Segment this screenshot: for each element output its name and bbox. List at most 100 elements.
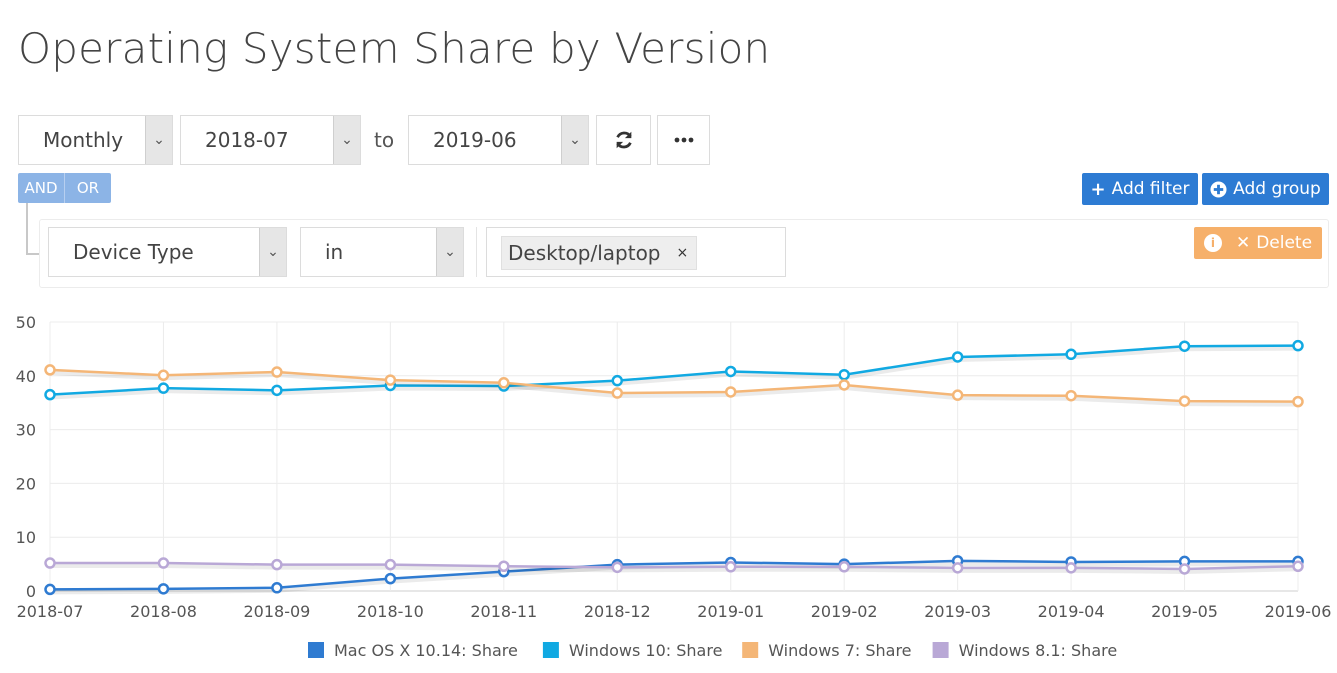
data-point xyxy=(44,364,56,376)
data-point xyxy=(1292,395,1304,408)
data-point xyxy=(384,374,397,386)
filter-operator-select[interactable]: in ⌄ xyxy=(300,227,464,277)
date-from-select[interactable]: 2018-07 ⌄ xyxy=(180,115,361,165)
filter-value-tag-label: Desktop/laptop xyxy=(508,241,661,265)
filter-value-input[interactable]: Desktop/laptop × xyxy=(486,227,786,277)
data-point xyxy=(838,379,850,391)
legend-label: Mac OS X 10.14: Share xyxy=(334,641,518,660)
date-to-select[interactable]: 2019-06 ⌄ xyxy=(408,115,589,165)
interval-value: Monthly xyxy=(43,128,124,152)
close-icon: ✕ xyxy=(1235,233,1251,253)
legend-swatch xyxy=(742,642,759,658)
chevron-down-icon: ⌄ xyxy=(561,116,588,164)
plus-icon: + xyxy=(1090,178,1106,200)
legend-swatch xyxy=(932,642,949,658)
data-point xyxy=(498,377,510,389)
more-icon xyxy=(674,137,693,143)
filter-operator-value: in xyxy=(325,240,344,264)
chevron-down-icon: ⌄ xyxy=(145,116,172,164)
data-point xyxy=(838,561,850,573)
add-group-label: Add group xyxy=(1233,179,1321,199)
x-tick-label: 2019-01 xyxy=(697,602,764,621)
logic-toggle[interactable]: AND OR xyxy=(18,173,111,203)
data-point xyxy=(611,374,624,387)
data-point xyxy=(1178,563,1191,575)
data-point xyxy=(724,386,737,398)
data-point xyxy=(724,561,737,573)
data-point xyxy=(44,583,56,596)
x-tick-label: 2018-09 xyxy=(243,602,310,621)
chevron-down-icon: ⌄ xyxy=(436,228,463,276)
x-tick-label: 2019-02 xyxy=(811,602,878,621)
y-tick-label: 30 xyxy=(16,421,36,440)
data-point xyxy=(384,572,397,585)
group-connector xyxy=(26,203,40,255)
line-chart: 0 10 20 30 40 50 2018-07 2018-08 2018-09 2018-10 2… xyxy=(16,313,1332,660)
filter-field-value: Device Type xyxy=(73,240,194,264)
filter-field-select[interactable]: Device Type ⌄ xyxy=(48,227,287,277)
info-icon: i xyxy=(1203,234,1222,252)
x-tick-label: 2019-06 xyxy=(1265,602,1332,621)
and-toggle[interactable]: AND xyxy=(18,173,64,203)
remove-tag-icon[interactable]: × xyxy=(677,245,689,261)
add-filter-label: Add filter xyxy=(1111,179,1190,199)
data-point xyxy=(724,365,737,378)
y-tick-label: 50 xyxy=(16,313,36,332)
x-tick-label: 2018-07 xyxy=(17,602,84,621)
x-tick-label: 2018-11 xyxy=(470,602,537,621)
to-label: to xyxy=(374,128,395,152)
legend-label: Windows 7: Share xyxy=(768,641,911,660)
data-point xyxy=(1292,560,1304,573)
or-toggle[interactable]: OR xyxy=(64,173,111,203)
data-point xyxy=(951,389,964,401)
add-filter-button[interactable]: + Add filter xyxy=(1082,173,1198,205)
y-tick-label: 0 xyxy=(26,582,36,601)
legend-label: Windows 8.1: Share xyxy=(959,641,1118,660)
plus-circle-icon xyxy=(1210,180,1227,198)
refresh-icon xyxy=(615,131,632,149)
interval-select[interactable]: Monthly ⌄ xyxy=(18,115,173,165)
data-point xyxy=(271,384,283,397)
data-point xyxy=(271,366,283,378)
data-point xyxy=(611,561,624,574)
data-point xyxy=(157,369,170,382)
data-point xyxy=(1065,389,1077,402)
data-point xyxy=(44,388,56,401)
data-point xyxy=(157,583,170,595)
data-point xyxy=(384,558,397,571)
x-tick-label: 2018-12 xyxy=(584,602,651,621)
delete-button[interactable]: i ✕ Delete xyxy=(1194,227,1322,259)
data-point xyxy=(271,558,283,571)
add-group-button[interactable]: Add group xyxy=(1202,173,1329,205)
data-point xyxy=(157,382,170,394)
data-point xyxy=(838,368,850,381)
x-tick-label: 2019-04 xyxy=(1038,602,1105,621)
data-point xyxy=(498,560,510,573)
x-tick-label: 2018-08 xyxy=(130,602,197,621)
y-tick-label: 10 xyxy=(16,528,36,547)
data-point xyxy=(951,351,964,363)
legend-swatch xyxy=(542,642,559,658)
data-point xyxy=(1178,395,1191,407)
chevron-down-icon: ⌄ xyxy=(333,116,360,164)
data-point xyxy=(611,387,624,399)
delete-label: Delete xyxy=(1256,233,1313,253)
legend-label: Windows 10: Share xyxy=(569,641,723,660)
y-tick-label: 20 xyxy=(16,474,36,493)
filter-value-tag: Desktop/laptop × xyxy=(501,236,698,270)
data-point xyxy=(1065,348,1077,361)
more-button[interactable] xyxy=(657,115,710,165)
date-from-value: 2018-07 xyxy=(205,128,289,152)
x-tick-label: 2018-10 xyxy=(357,602,424,621)
data-point xyxy=(1065,562,1077,574)
data-point xyxy=(1178,340,1191,352)
chevron-down-icon: ⌄ xyxy=(259,228,286,276)
refresh-button[interactable] xyxy=(596,115,651,165)
divider xyxy=(476,227,477,277)
data-point xyxy=(157,557,170,569)
data-point xyxy=(44,557,56,569)
data-point xyxy=(1292,339,1304,352)
x-tick-label: 2019-03 xyxy=(924,602,991,621)
data-point xyxy=(951,562,964,574)
date-to-value: 2019-06 xyxy=(433,128,517,152)
